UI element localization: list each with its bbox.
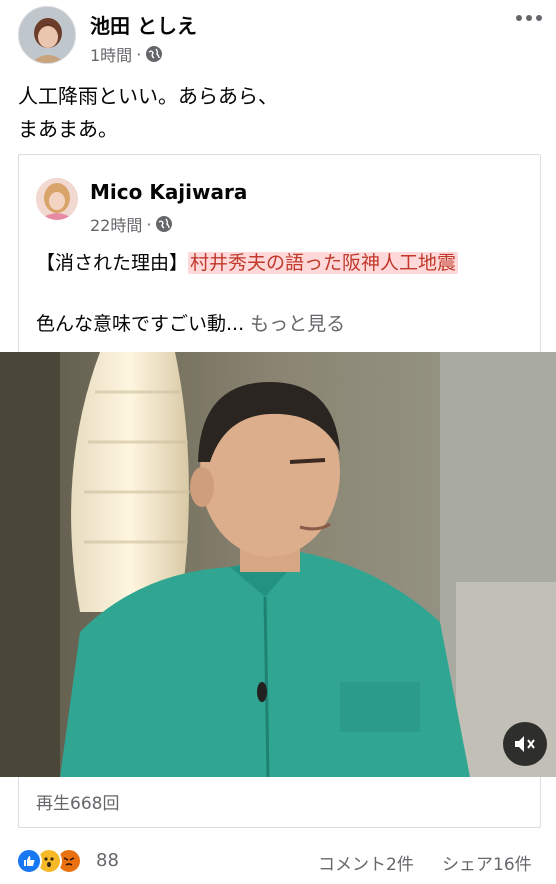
meta-separator: · xyxy=(136,44,142,64)
post-meta: 1時間 · xyxy=(90,42,163,66)
speaker-muted-icon xyxy=(515,736,535,752)
shared-author-name[interactable]: Mico Kajiwara xyxy=(90,180,247,204)
author-photo xyxy=(19,7,75,63)
post-author-name[interactable]: 池田 としえ xyxy=(90,10,197,39)
post-time[interactable]: 1時間 xyxy=(90,42,132,66)
mute-button[interactable] xyxy=(503,722,547,766)
like-reaction-icon xyxy=(16,848,42,874)
post-header: 池田 としえ 1時間 · xyxy=(0,0,556,70)
shared-author-photo xyxy=(36,178,78,220)
shared-time[interactable]: 22時間 xyxy=(90,212,142,236)
shared-body-text: 色んな意味ですごい動... xyxy=(36,313,245,335)
avatar[interactable] xyxy=(18,6,76,64)
more-options-icon[interactable] xyxy=(514,8,544,28)
post-footer: 88 コメント2件 シェア16件 xyxy=(0,840,556,880)
meta-separator: · xyxy=(146,214,152,234)
globe-icon xyxy=(156,216,173,232)
reaction-count[interactable]: 88 xyxy=(96,850,119,871)
post-text: 人工降雨といい。あらあら、 まあまあ。 xyxy=(18,84,278,141)
globe-icon xyxy=(146,46,163,62)
reaction-icons[interactable] xyxy=(16,848,82,874)
comment-count[interactable]: コメント2件 xyxy=(318,850,414,875)
shared-author-avatar[interactable] xyxy=(36,178,78,220)
shared-title-link[interactable]: 村井秀夫の語った阪神人工地震 xyxy=(188,252,459,274)
video-frame xyxy=(0,352,556,777)
shared-title-prefix: 【消された理由】 xyxy=(36,252,189,274)
video-view-count: 再生668回 xyxy=(36,794,120,814)
shared-body: 色んな意味ですごい動... もっと見る xyxy=(36,309,345,336)
video-player[interactable] xyxy=(0,352,556,777)
shared-title: 【消された理由】 村井秀夫の語った阪神人工地震 xyxy=(36,248,459,275)
shared-meta: 22時間 · xyxy=(90,212,173,236)
see-more-link[interactable]: もっと見る xyxy=(250,313,345,335)
share-count[interactable]: シェア16件 xyxy=(442,850,532,875)
